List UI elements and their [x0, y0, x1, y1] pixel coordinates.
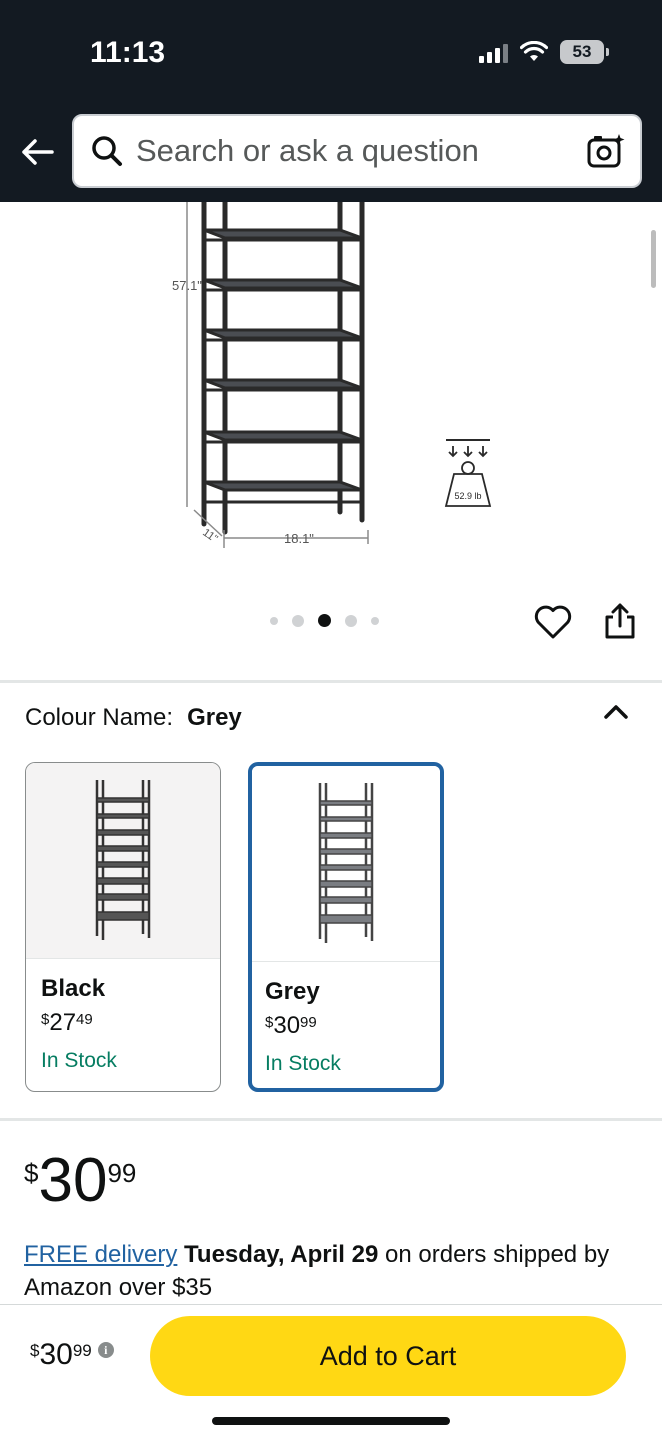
- back-arrow-icon[interactable]: [18, 132, 58, 172]
- add-to-cart-button[interactable]: Add to Cart: [150, 1316, 626, 1396]
- share-icon[interactable]: [602, 602, 638, 640]
- search-bar[interactable]: Search or ask a question: [72, 114, 642, 188]
- colour-option-black[interactable]: Black $27 49 In Stock: [25, 762, 221, 1092]
- wifi-icon: [520, 41, 548, 61]
- colour-option-name: Black: [41, 975, 106, 1002]
- chevron-up-icon[interactable]: [602, 700, 630, 724]
- scrollbar-thumb[interactable]: [651, 230, 656, 288]
- status-time: 11:13: [90, 36, 166, 69]
- section-divider: [0, 680, 662, 683]
- free-delivery-link[interactable]: FREE delivery: [24, 1241, 177, 1268]
- colour-selected-value: Grey: [187, 704, 242, 731]
- shoe-rack-thumbnail: [318, 782, 374, 943]
- colour-selector-header: Colour Name: Grey: [25, 704, 242, 732]
- depth-dimension-label: 11": [200, 527, 220, 546]
- home-indicator[interactable]: [212, 1417, 450, 1425]
- weight-capacity-label: 52.9 lb: [454, 491, 481, 501]
- delivery-date: Tuesday, April 29: [184, 1241, 379, 1268]
- swatch-image: [26, 763, 220, 959]
- colour-option-name: Grey: [265, 978, 320, 1005]
- shoe-rack-thumbnail: [95, 779, 151, 940]
- colour-label: Colour Name:: [25, 704, 174, 731]
- header: 11:13 53 Search or ask a question: [0, 0, 662, 202]
- status-icons: 53: [479, 40, 609, 64]
- weight-capacity-icon: 52.9 lb: [444, 439, 492, 507]
- camera-search-icon[interactable]: [586, 131, 626, 171]
- swatch-image: [252, 766, 440, 962]
- pagination-dot[interactable]: [270, 616, 278, 625]
- pagination-dot[interactable]: [371, 616, 379, 625]
- pagination-dot-active[interactable]: [318, 614, 331, 627]
- bottom-price: $30 99 i: [30, 1338, 114, 1372]
- image-pagination-dots[interactable]: [270, 614, 379, 627]
- search-input[interactable]: Search or ask a question: [136, 133, 586, 169]
- delivery-info: FREE delivery Tuesday, April 29 on order…: [24, 1238, 644, 1304]
- section-divider: [0, 1118, 662, 1121]
- search-icon: [92, 136, 122, 166]
- cellular-signal-icon: [479, 41, 508, 63]
- colour-option-stock: In Stock: [265, 1052, 341, 1075]
- battery-icon: 53: [560, 40, 609, 64]
- colour-option-grey[interactable]: Grey $30 99 In Stock: [248, 762, 444, 1092]
- pagination-dot[interactable]: [292, 614, 304, 627]
- width-dimension-label: 18.1": [284, 531, 314, 546]
- product-page: 11:13 53 Search or ask a question 57.1" …: [0, 0, 662, 1440]
- colour-option-price: $30 99: [265, 1012, 317, 1039]
- info-icon[interactable]: i: [97, 1342, 114, 1358]
- pagination-dot[interactable]: [345, 614, 357, 627]
- product-price: $30 99: [24, 1146, 137, 1215]
- heart-icon[interactable]: [534, 604, 572, 640]
- height-dimension-label: 57.1": [172, 278, 202, 293]
- product-image[interactable]: 57.1" 18.1" 11" 52.9 lb: [150, 202, 530, 562]
- colour-option-stock: In Stock: [41, 1049, 117, 1072]
- colour-option-price: $27 49: [41, 1009, 93, 1036]
